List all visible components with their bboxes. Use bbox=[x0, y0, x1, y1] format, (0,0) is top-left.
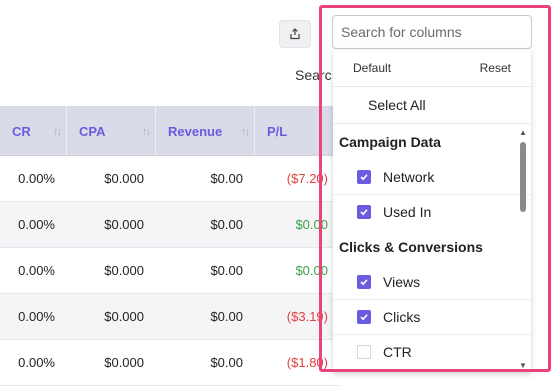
checkbox[interactable] bbox=[357, 310, 371, 324]
column-header-pl[interactable]: P/L bbox=[255, 106, 340, 155]
column-option-views[interactable]: Views bbox=[333, 265, 531, 300]
cell-pl: $0.00 bbox=[295, 217, 328, 232]
scroll-thumb[interactable] bbox=[520, 142, 526, 212]
cell-cpa: $0.000 bbox=[104, 355, 144, 370]
checkbox[interactable] bbox=[357, 205, 371, 219]
cell-cr: 0.00% bbox=[18, 263, 55, 278]
group-title: Campaign Data bbox=[339, 134, 441, 150]
column-option-used-in[interactable]: Used In bbox=[333, 195, 531, 229]
table-row: 0.00% $0.000 $0.00 $0.00 bbox=[0, 202, 340, 248]
column-header-revenue[interactable]: Revenue ↑↓ bbox=[156, 106, 255, 155]
check-icon bbox=[360, 174, 368, 181]
table-row: 0.00% $0.000 $0.00 $0.00 bbox=[0, 248, 340, 294]
checkbox[interactable] bbox=[357, 275, 371, 289]
scroll-down-icon[interactable]: ▼ bbox=[519, 361, 527, 370]
cell-cpa: $0.000 bbox=[104, 217, 144, 232]
cell-cpa: $0.000 bbox=[104, 263, 144, 278]
check-icon bbox=[360, 279, 368, 286]
cell-revenue: $0.00 bbox=[210, 217, 243, 232]
share-upload-icon bbox=[290, 28, 300, 40]
sort-icon[interactable]: ↑↓ bbox=[142, 126, 151, 138]
cell-cr: 0.00% bbox=[18, 217, 55, 232]
cell-revenue: $0.00 bbox=[210, 263, 243, 278]
table-row: 0.00% $0.000 $0.00 ($7.20) bbox=[0, 156, 340, 202]
dropdown-scrollbar[interactable]: ▲ ▼ bbox=[517, 128, 529, 372]
sort-icon[interactable]: ↑↓ bbox=[53, 126, 62, 138]
column-header-cr[interactable]: CR ↑↓ bbox=[0, 106, 67, 155]
cell-pl: ($1.80) bbox=[286, 355, 328, 370]
data-table: CR ↑↓ CPA ↑↓ Revenue ↑↓ P/L 0.00% $0.000… bbox=[0, 106, 340, 386]
cell-pl: ($3.19) bbox=[286, 309, 328, 324]
table-row: 0.00% $0.000 $0.00 ($1.80) bbox=[0, 340, 340, 386]
check-icon bbox=[360, 209, 368, 216]
check-icon bbox=[360, 314, 368, 321]
column-search-input[interactable] bbox=[332, 15, 532, 49]
cell-revenue: $0.00 bbox=[210, 355, 243, 370]
column-list: Campaign Data Network Used In Clicks & C… bbox=[333, 124, 531, 369]
table-row: 0.00% $0.000 $0.00 ($3.19) bbox=[0, 294, 340, 340]
columns-dropdown: Default Reset Select All Campaign Data N… bbox=[333, 50, 531, 372]
search-label: Searc bbox=[295, 67, 332, 83]
cell-pl: ($7.20) bbox=[286, 171, 328, 186]
cell-pl: $0.00 bbox=[295, 263, 328, 278]
cell-revenue: $0.00 bbox=[210, 171, 243, 186]
select-all-option[interactable]: Select All bbox=[333, 87, 531, 124]
cell-cr: 0.00% bbox=[18, 171, 55, 186]
checkbox[interactable] bbox=[357, 170, 371, 184]
column-option-network[interactable]: Network bbox=[333, 160, 531, 195]
checkbox[interactable] bbox=[357, 345, 371, 359]
cell-cr: 0.00% bbox=[18, 355, 55, 370]
cell-cr: 0.00% bbox=[18, 309, 55, 324]
column-option-clicks[interactable]: Clicks bbox=[333, 300, 531, 335]
default-button[interactable]: Default bbox=[353, 61, 391, 75]
scroll-up-icon[interactable]: ▲ bbox=[519, 128, 527, 137]
table-header: CR ↑↓ CPA ↑↓ Revenue ↑↓ P/L bbox=[0, 106, 340, 156]
reset-button[interactable]: Reset bbox=[480, 61, 511, 75]
export-button[interactable] bbox=[279, 20, 311, 48]
cell-cpa: $0.000 bbox=[104, 171, 144, 186]
sort-icon[interactable]: ↑↓ bbox=[241, 126, 250, 138]
cell-cpa: $0.000 bbox=[104, 309, 144, 324]
group-title: Clicks & Conversions bbox=[339, 239, 483, 255]
column-header-cpa[interactable]: CPA ↑↓ bbox=[67, 106, 156, 155]
cell-revenue: $0.00 bbox=[210, 309, 243, 324]
dropdown-actions: Default Reset bbox=[333, 50, 531, 87]
column-option-ctr[interactable]: CTR bbox=[333, 335, 531, 369]
